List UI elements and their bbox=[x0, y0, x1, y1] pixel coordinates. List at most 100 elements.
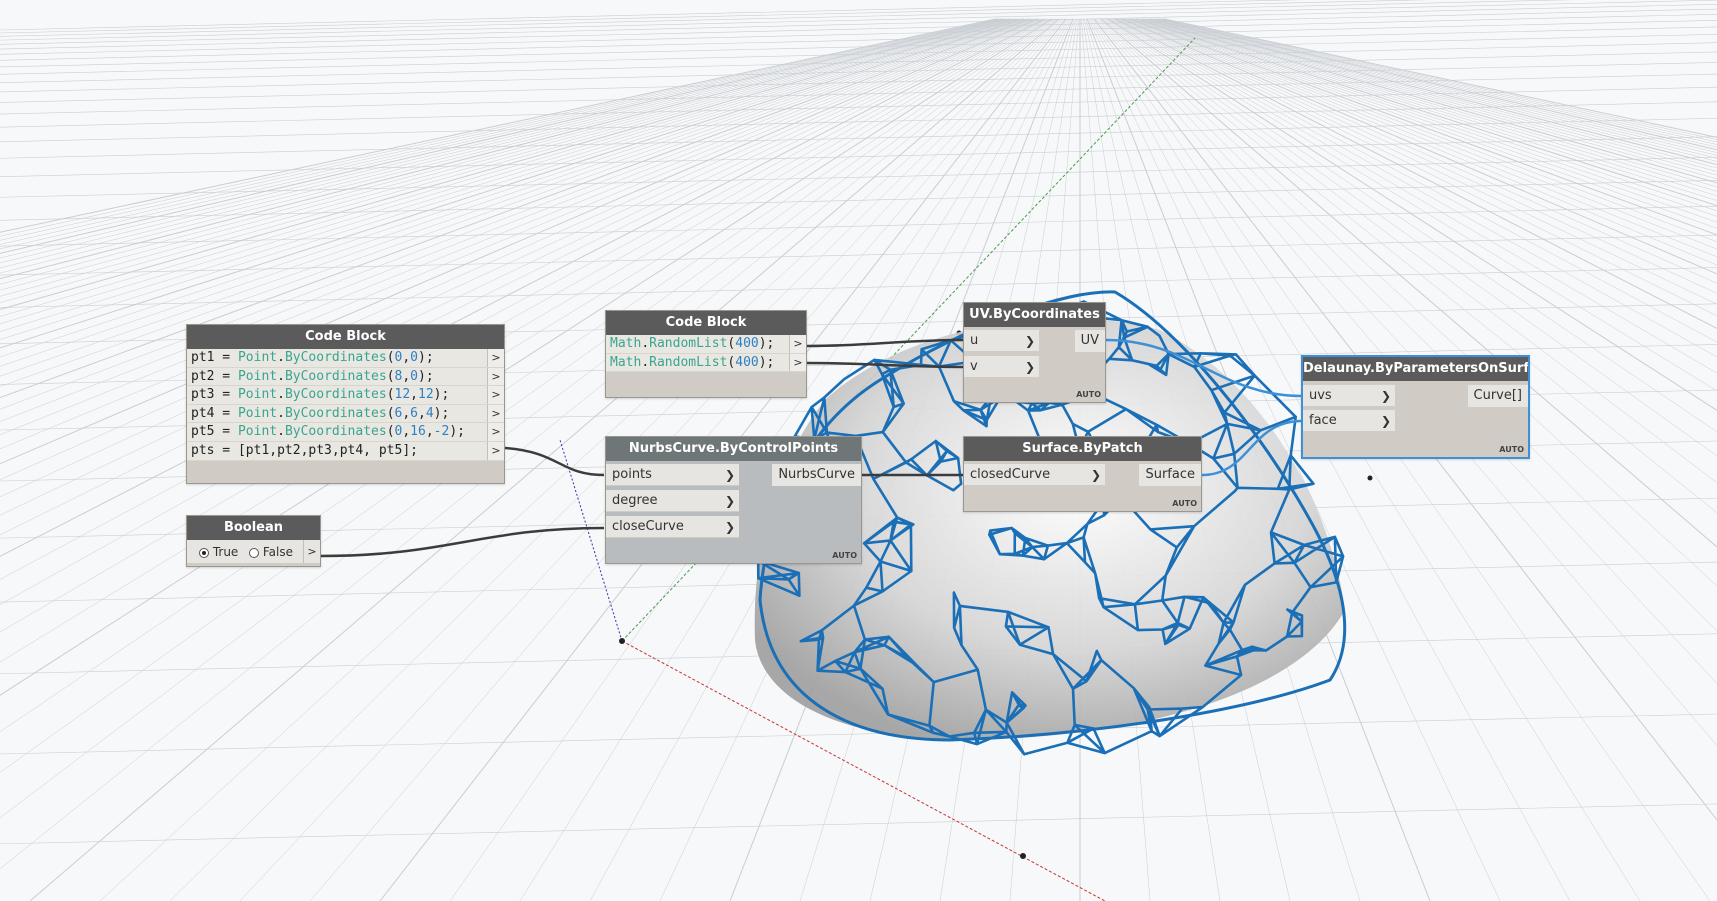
code-token: RandomList bbox=[649, 336, 728, 351]
lacing-indicator: AUTO bbox=[832, 551, 857, 560]
code-token: 400 bbox=[735, 354, 759, 370]
code-token: Point bbox=[237, 405, 278, 421]
code-token: . bbox=[641, 354, 650, 370]
node-title[interactable]: NurbsCurve.ByControlPoints bbox=[606, 437, 861, 461]
port-label: uvs bbox=[1309, 388, 1332, 403]
input-port-closedcurve[interactable]: closedCurve ❯ bbox=[964, 464, 1105, 486]
code-token: ByCoordinates bbox=[284, 368, 387, 384]
code-token: pt3 = bbox=[191, 387, 238, 403]
output-port[interactable]: > bbox=[789, 353, 806, 372]
wire-bool-to-closecurve bbox=[319, 526, 605, 558]
code-token: Math bbox=[610, 336, 642, 351]
code-line[interactable]: pt2 = Point.ByCoordinates(8,0); > bbox=[187, 367, 504, 387]
chevron-right-icon: ❯ bbox=[724, 520, 735, 534]
delaunay-node[interactable]: Delaunay.ByParametersOnSurface uvs ❯ fac… bbox=[1301, 355, 1530, 459]
code-token: . bbox=[277, 368, 285, 384]
chevron-right-icon: ❯ bbox=[724, 468, 735, 482]
input-port-degree[interactable]: degree ❯ bbox=[606, 490, 739, 512]
input-port-points[interactable]: points ❯ bbox=[606, 464, 739, 486]
radio-false[interactable] bbox=[249, 547, 259, 558]
output-port[interactable]: > bbox=[487, 423, 504, 441]
grid-line bbox=[0, 267, 1717, 308]
input-port-closecurve[interactable]: closeCurve ❯ bbox=[606, 516, 739, 538]
grid-line bbox=[0, 117, 1717, 159]
lacing-indicator: AUTO bbox=[1172, 499, 1197, 508]
code-line[interactable]: Math.RandomList(400); > bbox=[606, 335, 806, 354]
code-token: pt2 = bbox=[191, 368, 238, 384]
false-option[interactable]: False bbox=[249, 545, 293, 559]
code-token: 12 bbox=[394, 387, 411, 403]
code-token: pts = [pt1,pt2,pt3,pt4, pt5]; bbox=[191, 442, 418, 458]
port-label: face bbox=[1309, 413, 1337, 428]
node-title[interactable]: Delaunay.ByParametersOnSurface bbox=[1303, 357, 1528, 381]
code-token: , bbox=[410, 387, 418, 403]
code-token: ByCoordinates bbox=[284, 424, 387, 440]
grid-line bbox=[0, 86, 1717, 128]
code-token: ( bbox=[386, 368, 395, 384]
output-port-surface[interactable]: Surface bbox=[1139, 464, 1201, 486]
output-port[interactable]: > bbox=[487, 367, 504, 386]
code-token: 4 bbox=[425, 405, 434, 421]
code-line[interactable]: Math.RandomList(400); > bbox=[606, 353, 806, 373]
input-port-u[interactable]: u ❯ bbox=[964, 330, 1039, 352]
control-point bbox=[1367, 475, 1373, 481]
output-port[interactable]: > bbox=[487, 349, 504, 367]
output-port[interactable]: > bbox=[487, 404, 504, 423]
code-line[interactable]: pt4 = Point.ByCoordinates(6,6,4); > bbox=[187, 404, 504, 424]
grid-line bbox=[0, 26, 1717, 68]
true-option[interactable]: True bbox=[199, 545, 238, 559]
code-token: , bbox=[418, 405, 426, 421]
chevron-right-icon: ❯ bbox=[724, 494, 735, 508]
node-title[interactable]: Code Block bbox=[606, 311, 806, 335]
code-token: ); bbox=[433, 387, 450, 403]
code-token: Math bbox=[610, 354, 642, 370]
code-line[interactable]: pt5 = Point.ByCoordinates(0,16,-2); > bbox=[187, 423, 504, 442]
output-port-nurbscurve[interactable]: NurbsCurve bbox=[772, 464, 861, 486]
wire-pts-to-points bbox=[504, 446, 605, 477]
node-title[interactable]: Boolean bbox=[187, 516, 320, 540]
code-token: . bbox=[277, 387, 285, 403]
output-port-curves[interactable]: Curve[] bbox=[1467, 385, 1528, 407]
node-title[interactable]: UV.ByCoordinates bbox=[964, 303, 1105, 327]
chevron-right-icon: ❯ bbox=[1024, 334, 1035, 348]
boolean-node[interactable]: Boolean True False > bbox=[186, 515, 321, 567]
nurbs-curve-node[interactable]: NurbsCurve.ByControlPoints points ❯ degr… bbox=[605, 436, 862, 564]
chevron-right-icon: ❯ bbox=[1380, 389, 1391, 403]
control-point bbox=[1020, 853, 1026, 859]
code-token: 6 bbox=[410, 405, 418, 421]
code-token: Point bbox=[237, 424, 278, 440]
input-port-uvs[interactable]: uvs ❯ bbox=[1303, 385, 1395, 407]
code-token: ByCoordinates bbox=[284, 350, 387, 365]
surface-bypatch-node[interactable]: Surface.ByPatch closedCurve ❯ Surface AU… bbox=[963, 436, 1202, 512]
uv-bycoordinates-node[interactable]: UV.ByCoordinates u ❯ v ❯ UV AUTO bbox=[963, 302, 1106, 403]
output-port[interactable]: > bbox=[487, 441, 504, 460]
output-port[interactable]: > bbox=[487, 386, 504, 404]
port-label: u bbox=[970, 333, 979, 348]
boolean-toggle: True False > bbox=[187, 540, 320, 563]
output-port[interactable]: > bbox=[789, 335, 806, 353]
node-title[interactable]: Code Block bbox=[187, 325, 504, 349]
code-line[interactable]: pt1 = Point.ByCoordinates(0,0); > bbox=[187, 349, 504, 368]
code-token: ByCoordinates bbox=[284, 405, 387, 421]
code-token: . bbox=[277, 405, 285, 421]
input-port-face[interactable]: face ❯ bbox=[1303, 410, 1395, 432]
input-port-v[interactable]: v ❯ bbox=[964, 356, 1039, 378]
node-title[interactable]: Surface.ByPatch bbox=[964, 437, 1201, 461]
code-block-points-node[interactable]: Code Block pt1 = Point.ByCoordinates(0,0… bbox=[186, 324, 505, 484]
port-label: points bbox=[612, 467, 652, 482]
lacing-indicator: AUTO bbox=[1076, 390, 1101, 399]
grid-line bbox=[0, 8, 1717, 50]
code-block-random-node[interactable]: Code Block Math.RandomList(400); > Math.Ra… bbox=[605, 310, 807, 398]
lacing-indicator: AUTO bbox=[1499, 445, 1524, 454]
code-token: pt1 = bbox=[191, 350, 238, 365]
output-port[interactable]: > bbox=[303, 540, 320, 563]
code-line[interactable]: pt3 = Point.ByCoordinates(12,12); > bbox=[187, 386, 504, 405]
chevron-right-icon: ❯ bbox=[1090, 468, 1101, 482]
radio-true[interactable] bbox=[199, 547, 209, 558]
port-label: closeCurve bbox=[612, 519, 684, 534]
code-line[interactable]: pts = [pt1,pt2,pt3,pt4, pt5]; > bbox=[187, 441, 504, 461]
code-editor[interactable]: Math.RandomList(400); > Math.RandomList(40… bbox=[606, 335, 806, 373]
code-token: 0 bbox=[410, 368, 418, 384]
output-port-uv[interactable]: UV bbox=[1074, 330, 1105, 352]
code-editor[interactable]: pt1 = Point.ByCoordinates(0,0); > pt2 = Po… bbox=[187, 349, 504, 461]
